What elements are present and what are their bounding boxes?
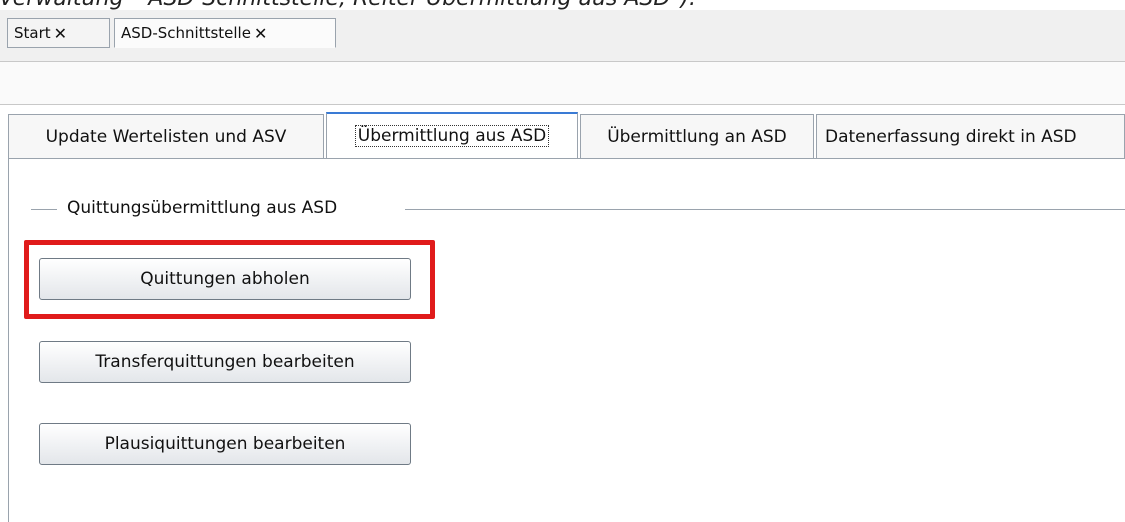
tab-datenerfassung-direkt[interactable]: Datenerfassung direkt in ASD xyxy=(816,114,1125,158)
doc-tab-start[interactable]: Start ✕ xyxy=(7,18,110,48)
section-tab-bar: Update Wertelisten und ASV Übermittlung … xyxy=(8,112,1125,158)
close-icon[interactable]: ✕ xyxy=(254,24,267,43)
doc-tab-label: Start xyxy=(14,24,51,42)
quittungen-abholen-button[interactable]: Quittungen abholen xyxy=(39,258,411,300)
plausiquittungen-bearbeiten-button[interactable]: Plausiquittungen bearbeiten xyxy=(39,423,411,465)
toolbar-area xyxy=(0,61,1125,105)
tab-label: Update Wertelisten und ASV xyxy=(45,126,287,147)
group-title: Quittungsübermittlung aus ASD xyxy=(67,198,338,218)
close-icon[interactable]: ✕ xyxy=(54,24,67,43)
doc-tab-label: ASD-Schnittstelle xyxy=(121,24,251,42)
group-divider xyxy=(405,209,1125,210)
tab-uebermittlung-an-asd[interactable]: Übermittlung an ASD xyxy=(580,114,814,158)
doc-tab-asd-schnittstelle[interactable]: ASD-Schnittstelle ✕ xyxy=(114,18,336,48)
transferquittungen-bearbeiten-button[interactable]: Transferquittungen bearbeiten xyxy=(39,341,411,383)
tab-update-wertelisten[interactable]: Update Wertelisten und ASV xyxy=(8,114,324,158)
tab-label: Übermittlung aus ASD xyxy=(354,125,550,147)
document-tab-bar: Start ✕ ASD-Schnittstelle ✕ xyxy=(0,10,1125,61)
group-divider xyxy=(31,209,57,210)
tab-uebermittlung-aus-asd[interactable]: Übermittlung aus ASD xyxy=(326,112,578,158)
tab-label: Übermittlung an ASD xyxy=(607,126,787,147)
tab-label: Datenerfassung direkt in ASD xyxy=(825,126,1077,147)
tab-content-panel: Quittungsübermittlung aus ASD Quittungen… xyxy=(8,158,1125,522)
